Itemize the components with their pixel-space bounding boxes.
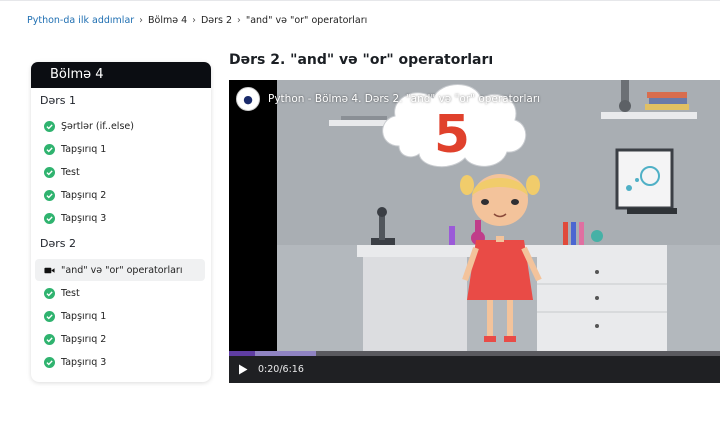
sidebar-item-label: Tapşırıq 1	[61, 310, 107, 322]
video-camera-icon	[44, 267, 55, 273]
play-icon	[239, 364, 248, 375]
breadcrumb-current: "and" və "or" operatorları	[245, 15, 368, 26]
sidebar-item-and-or-operators[interactable]: "and" və "or" operatorları	[35, 259, 205, 281]
channel-logo-icon[interactable]: ●	[236, 87, 260, 111]
check-circle-icon	[44, 287, 55, 299]
sidebar-item-conditions[interactable]: Şərtlər (if..else)	[35, 115, 205, 137]
sidebar-item-label: Test	[61, 287, 80, 299]
page-title: Dərs 2. "and" və "or" operatorları	[229, 52, 494, 68]
sidebar-item-label: Tapşırıq 2	[61, 333, 107, 345]
sidebar-item-test[interactable]: Test	[35, 282, 205, 304]
sidebar-item-label: Test	[61, 166, 80, 178]
top-border	[0, 0, 720, 7]
check-circle-icon	[44, 212, 55, 224]
breadcrumb: Python-da ilk addımlar › Bölmə 4 › Dərs 2 › "a…	[27, 15, 367, 26]
sidebar-item-label: "and" və "or" operatorları	[61, 264, 183, 276]
sidebar-item-task-2[interactable]: Tapşırıq 2	[35, 184, 205, 206]
sidebar-item-task-1[interactable]: Tapşırıq 1	[35, 138, 205, 160]
sidebar-item-task-2[interactable]: Tapşırıq 2	[35, 328, 205, 350]
sidebar-item-label: Tapşırıq 2	[61, 189, 107, 201]
sidebar-item-task-3[interactable]: Tapşırıq 3	[35, 351, 205, 373]
check-circle-icon	[44, 166, 55, 178]
breadcrumb-separator: ›	[139, 15, 143, 26]
breadcrumb-section-link[interactable]: Bölmə 4	[148, 15, 187, 26]
sidebar-item-task-3[interactable]: Tapşırıq 3	[35, 207, 205, 229]
sidebar-item-task-1[interactable]: Tapşırıq 1	[35, 305, 205, 327]
sidebar-item-label: Tapşırıq 1	[61, 143, 107, 155]
check-circle-icon	[44, 143, 55, 155]
check-circle-icon	[44, 120, 55, 132]
sidebar-item-test[interactable]: Test	[35, 161, 205, 183]
sidebar-item-label: Şərtlər (if..else)	[61, 120, 134, 132]
video-frame: 5	[229, 80, 720, 383]
sidebar-item-label: Tapşırıq 3	[61, 212, 107, 224]
sidebar-header: Bölmə 4	[31, 62, 211, 88]
check-circle-icon	[44, 310, 55, 322]
section-sidebar: Bölmə 4 Dərs 1 Şərtlər (if..else) Tapşır…	[31, 62, 211, 382]
breadcrumb-separator: ›	[237, 15, 241, 26]
video-time: 0:20/6:16	[258, 364, 304, 375]
video-player[interactable]: 5 ● Python - Bölmə 4. Dərs 2. "and" və "…	[229, 80, 720, 383]
monitor-illustration	[615, 148, 677, 214]
play-button[interactable]	[238, 364, 248, 375]
sidebar-item-label: Tapşırıq 3	[61, 356, 107, 368]
breadcrumb-course-link[interactable]: Python-da ilk addımlar	[27, 15, 134, 26]
section-title-lesson-2: Dərs 2	[40, 237, 76, 250]
video-controls: 0:20/6:16	[229, 356, 720, 383]
breadcrumb-lesson-link[interactable]: Dərs 2	[201, 15, 232, 26]
breadcrumb-separator: ›	[192, 15, 196, 26]
video-title[interactable]: Python - Bölmə 4. Dərs 2. "and" və "or" …	[268, 93, 540, 105]
section-title-lesson-1: Dərs 1	[40, 94, 76, 107]
check-circle-icon	[44, 333, 55, 345]
check-circle-icon	[44, 189, 55, 201]
check-circle-icon	[44, 356, 55, 368]
video-title-bar: ● Python - Bölmə 4. Dərs 2. "and" və "or…	[229, 80, 720, 118]
